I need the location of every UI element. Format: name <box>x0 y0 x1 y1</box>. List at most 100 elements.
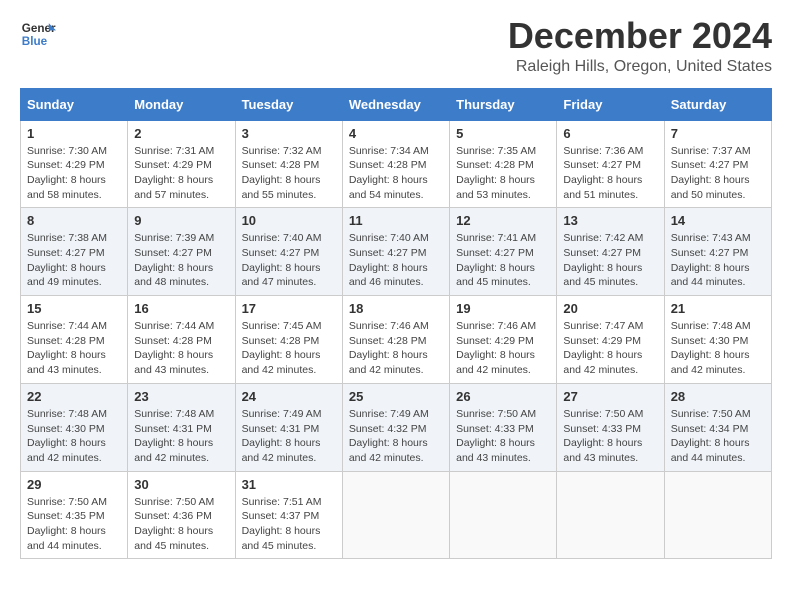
calendar-cell: 4Sunrise: 7:34 AMSunset: 4:28 PMDaylight… <box>342 120 449 208</box>
generalblue-logo-icon: General Blue <box>20 16 56 52</box>
day-info: Sunrise: 7:50 AMSunset: 4:33 PMDaylight:… <box>456 407 550 466</box>
day-info: Sunrise: 7:34 AMSunset: 4:28 PMDaylight:… <box>349 144 443 203</box>
calendar-cell: 21 Sunrise: 7:48 AMSunset: 4:30 PMDayligh… <box>664 296 771 384</box>
day-info: Sunrise: 7:39 AMSunset: 4:27 PMDaylight:… <box>134 231 228 290</box>
calendar-cell: 10Sunrise: 7:40 AMSunset: 4:27 PMDayligh… <box>235 208 342 296</box>
day-number: 17 <box>242 301 336 316</box>
calendar-cell: 27Sunrise: 7:50 AMSunset: 4:33 PMDayligh… <box>557 383 664 471</box>
page-title: December 2024 <box>508 16 772 56</box>
day-number: 31 <box>242 477 336 492</box>
day-info: Sunrise: 7:48 AMSunset: 4:31 PMDaylight:… <box>134 407 228 466</box>
day-number: 12 <box>456 213 550 228</box>
page-subtitle: Raleigh Hills, Oregon, United States <box>508 58 772 76</box>
day-info: Sunrise: 7:47 AMSunset: 4:29 PMDaylight:… <box>563 319 657 378</box>
day-number: 15 <box>27 301 121 316</box>
week-row-4: 22Sunrise: 7:48 AMSunset: 4:30 PMDayligh… <box>21 383 772 471</box>
day-info: Sunrise: 7:50 AMSunset: 4:35 PMDaylight:… <box>27 495 121 554</box>
day-number: 8 <box>27 213 121 228</box>
calendar-cell: 5 Sunrise: 7:35 AMSunset: 4:28 PMDaylight… <box>450 120 557 208</box>
day-number: 11 <box>349 213 443 228</box>
week-row-5: 29 Sunrise: 7:50 AMSunset: 4:35 PMDayligh… <box>21 471 772 559</box>
day-number: 30 <box>134 477 228 492</box>
calendar-cell: 30 Sunrise: 7:50 AMSunset: 4:36 PMDayligh… <box>128 471 235 559</box>
day-info: Sunrise: 7:37 AMSunset: 4:27 PMDaylight:… <box>671 144 765 203</box>
calendar-cell: 20 Sunrise: 7:47 AMSunset: 4:29 PMDayligh… <box>557 296 664 384</box>
day-number: 25 <box>349 389 443 404</box>
calendar-cell: 26Sunrise: 7:50 AMSunset: 4:33 PMDayligh… <box>450 383 557 471</box>
day-info: Sunrise: 7:32 AMSunset: 4:28 PMDaylight:… <box>242 144 336 203</box>
calendar-cell: 3 Sunrise: 7:32 AMSunset: 4:28 PMDaylight… <box>235 120 342 208</box>
calendar-cell: 28 Sunrise: 7:50 AMSunset: 4:34 PMDayligh… <box>664 383 771 471</box>
col-saturday: Saturday <box>664 88 771 120</box>
day-number: 2 <box>134 126 228 141</box>
day-info: Sunrise: 7:49 AMSunset: 4:31 PMDaylight:… <box>242 407 336 466</box>
calendar-cell: 8 Sunrise: 7:38 AMSunset: 4:27 PMDaylight… <box>21 208 128 296</box>
calendar-cell: 14 Sunrise: 7:43 AMSunset: 4:27 PMDayligh… <box>664 208 771 296</box>
day-info: Sunrise: 7:40 AMSunset: 4:27 PMDaylight:… <box>242 231 336 290</box>
logo: General Blue <box>20 16 56 52</box>
calendar-cell: 13 Sunrise: 7:42 AMSunset: 4:27 PMDayligh… <box>557 208 664 296</box>
day-number: 13 <box>563 213 657 228</box>
calendar-cell <box>557 471 664 559</box>
day-number: 24 <box>242 389 336 404</box>
day-number: 1 <box>27 126 121 141</box>
calendar-cell: 29 Sunrise: 7:50 AMSunset: 4:35 PMDayligh… <box>21 471 128 559</box>
week-row-3: 15 Sunrise: 7:44 AMSunset: 4:28 PMDayligh… <box>21 296 772 384</box>
day-info: Sunrise: 7:42 AMSunset: 4:27 PMDaylight:… <box>563 231 657 290</box>
day-number: 29 <box>27 477 121 492</box>
calendar-cell: 31 Sunrise: 7:51 AMSunset: 4:37 PMDayligh… <box>235 471 342 559</box>
calendar-cell: 17Sunrise: 7:45 AMSunset: 4:28 PMDayligh… <box>235 296 342 384</box>
day-info: Sunrise: 7:44 AMSunset: 4:28 PMDaylight:… <box>27 319 121 378</box>
day-number: 14 <box>671 213 765 228</box>
day-number: 20 <box>563 301 657 316</box>
calendar-cell: 23 Sunrise: 7:48 AMSunset: 4:31 PMDayligh… <box>128 383 235 471</box>
calendar-cell: 2Sunrise: 7:31 AMSunset: 4:29 PMDaylight… <box>128 120 235 208</box>
col-monday: Monday <box>128 88 235 120</box>
header: General Blue December 2024 Raleigh Hills… <box>20 16 772 76</box>
col-wednesday: Wednesday <box>342 88 449 120</box>
day-info: Sunrise: 7:41 AMSunset: 4:27 PMDaylight:… <box>456 231 550 290</box>
calendar-cell: 15 Sunrise: 7:44 AMSunset: 4:28 PMDayligh… <box>21 296 128 384</box>
calendar-cell: 1 Sunrise: 7:30 AMSunset: 4:29 PMDaylight… <box>21 120 128 208</box>
calendar-cell: 25 Sunrise: 7:49 AMSunset: 4:32 PMDayligh… <box>342 383 449 471</box>
day-info: Sunrise: 7:46 AMSunset: 4:29 PMDaylight:… <box>456 319 550 378</box>
calendar-cell: 12 Sunrise: 7:41 AMSunset: 4:27 PMDayligh… <box>450 208 557 296</box>
day-info: Sunrise: 7:50 AMSunset: 4:36 PMDaylight:… <box>134 495 228 554</box>
calendar-cell: 19 Sunrise: 7:46 AMSunset: 4:29 PMDayligh… <box>450 296 557 384</box>
day-info: Sunrise: 7:30 AMSunset: 4:29 PMDaylight:… <box>27 144 121 203</box>
day-number: 3 <box>242 126 336 141</box>
day-number: 19 <box>456 301 550 316</box>
calendar-cell: 18 Sunrise: 7:46 AMSunset: 4:28 PMDayligh… <box>342 296 449 384</box>
day-info: Sunrise: 7:51 AMSunset: 4:37 PMDaylight:… <box>242 495 336 554</box>
day-info: Sunrise: 7:49 AMSunset: 4:32 PMDaylight:… <box>349 407 443 466</box>
day-info: Sunrise: 7:46 AMSunset: 4:28 PMDaylight:… <box>349 319 443 378</box>
week-row-2: 8 Sunrise: 7:38 AMSunset: 4:27 PMDaylight… <box>21 208 772 296</box>
calendar-cell: 11 Sunrise: 7:40 AMSunset: 4:27 PMDayligh… <box>342 208 449 296</box>
day-info: Sunrise: 7:43 AMSunset: 4:27 PMDaylight:… <box>671 231 765 290</box>
calendar-cell <box>342 471 449 559</box>
day-number: 27 <box>563 389 657 404</box>
calendar-table: Sunday Monday Tuesday Wednesday Thursday… <box>20 88 772 560</box>
calendar-cell: 24 Sunrise: 7:49 AMSunset: 4:31 PMDayligh… <box>235 383 342 471</box>
day-number: 28 <box>671 389 765 404</box>
day-info: Sunrise: 7:38 AMSunset: 4:27 PMDaylight:… <box>27 231 121 290</box>
col-sunday: Sunday <box>21 88 128 120</box>
calendar-cell <box>450 471 557 559</box>
day-number: 18 <box>349 301 443 316</box>
day-info: Sunrise: 7:48 AMSunset: 4:30 PMDaylight:… <box>671 319 765 378</box>
title-section: December 2024 Raleigh Hills, Oregon, Uni… <box>508 16 772 76</box>
day-number: 16 <box>134 301 228 316</box>
col-thursday: Thursday <box>450 88 557 120</box>
day-info: Sunrise: 7:50 AMSunset: 4:34 PMDaylight:… <box>671 407 765 466</box>
calendar-cell: 7Sunrise: 7:37 AMSunset: 4:27 PMDaylight… <box>664 120 771 208</box>
day-number: 21 <box>671 301 765 316</box>
day-number: 5 <box>456 126 550 141</box>
day-number: 23 <box>134 389 228 404</box>
day-info: Sunrise: 7:40 AMSunset: 4:27 PMDaylight:… <box>349 231 443 290</box>
day-number: 9 <box>134 213 228 228</box>
calendar-cell: 6Sunrise: 7:36 AMSunset: 4:27 PMDaylight… <box>557 120 664 208</box>
day-info: Sunrise: 7:48 AMSunset: 4:30 PMDaylight:… <box>27 407 121 466</box>
day-info: Sunrise: 7:35 AMSunset: 4:28 PMDaylight:… <box>456 144 550 203</box>
calendar-cell <box>664 471 771 559</box>
calendar-cell: 22Sunrise: 7:48 AMSunset: 4:30 PMDayligh… <box>21 383 128 471</box>
